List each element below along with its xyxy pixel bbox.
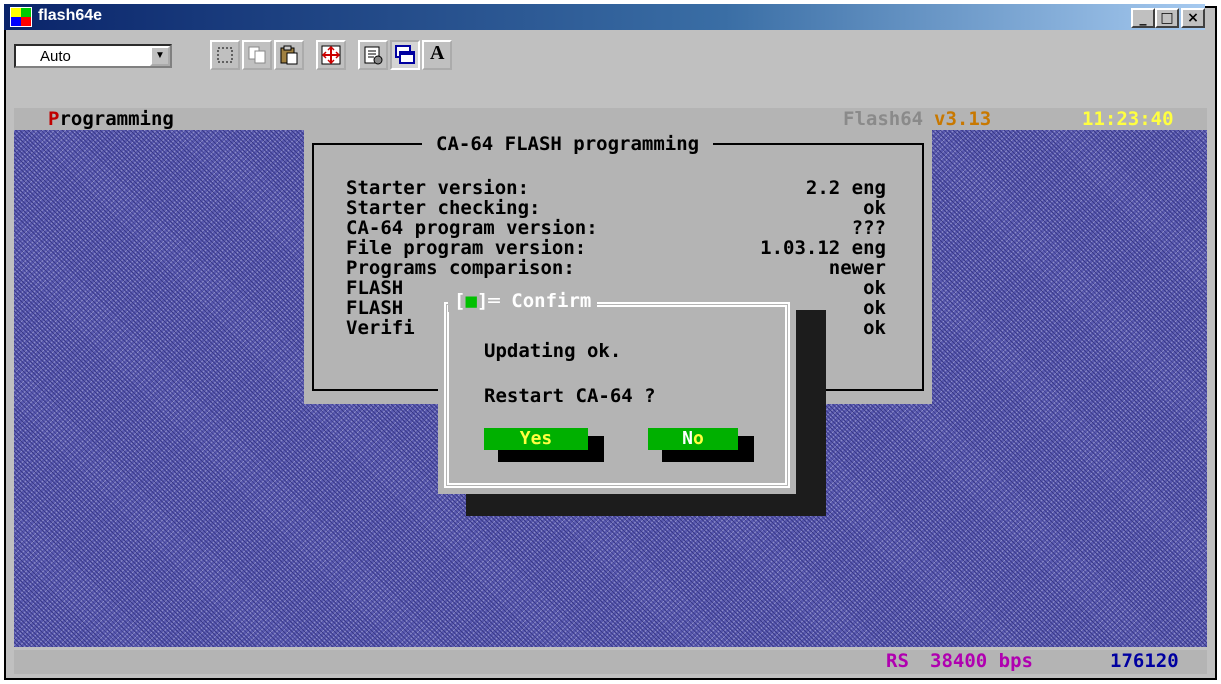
dialog-title: Confirm bbox=[511, 290, 592, 312]
info-label: CA-64 program version: bbox=[346, 217, 598, 239]
info-label: FLASH bbox=[346, 297, 404, 319]
info-value: ok bbox=[863, 297, 886, 319]
maximize-icon: □ bbox=[1160, 10, 1174, 26]
close-icon: ■ bbox=[465, 290, 477, 312]
info-label: File program version: bbox=[346, 237, 587, 259]
properties-button[interactable] bbox=[358, 40, 388, 70]
port-label: RS bbox=[886, 650, 909, 672]
paste-button[interactable] bbox=[274, 40, 304, 70]
mark-icon bbox=[217, 47, 233, 63]
bracket-left: [ bbox=[454, 290, 466, 312]
mode-label: Programming bbox=[48, 108, 174, 130]
info-label: Verifi bbox=[346, 317, 415, 339]
info-value: ok bbox=[863, 317, 886, 339]
info-row: CA-64 program version:??? bbox=[346, 218, 886, 238]
info-value: 2.2 eng bbox=[805, 177, 886, 199]
background-button[interactable] bbox=[390, 40, 420, 70]
font-size-combo[interactable]: Auto ▼ bbox=[14, 44, 172, 68]
info-row: Programs comparison: newer bbox=[346, 258, 886, 278]
font-size-value: Auto bbox=[40, 48, 71, 65]
app-name: Flash64 bbox=[843, 108, 924, 130]
mode-first-letter: P bbox=[48, 108, 60, 130]
no-hotkey: N bbox=[682, 428, 693, 449]
clock: 11:23:40 bbox=[1082, 108, 1174, 130]
yes-button[interactable]: Yes bbox=[484, 428, 588, 450]
properties-icon bbox=[364, 46, 383, 65]
dialog-question: Restart CA-64 ? bbox=[484, 385, 656, 407]
font-icon: A bbox=[430, 42, 445, 64]
baud-rate: 38400 bps bbox=[930, 650, 1033, 672]
title-bar[interactable]: flash64e _ □ × bbox=[4, 4, 1205, 30]
copy-button[interactable] bbox=[242, 40, 272, 70]
info-value: 1.03.12 eng bbox=[760, 237, 886, 259]
info-row: Starter checking: ok bbox=[346, 198, 886, 218]
no-rest: o bbox=[693, 428, 704, 449]
minimize-icon: _ bbox=[1139, 10, 1147, 26]
chevron-down-icon[interactable]: ▼ bbox=[150, 46, 170, 66]
full-screen-button[interactable] bbox=[316, 40, 346, 70]
top-status-bar: Programming Flash64 v3.13 11:23:40 bbox=[14, 108, 1207, 130]
panel-title: CA-64 FLASH programming bbox=[422, 133, 714, 155]
info-label: FLASH bbox=[346, 277, 404, 299]
dialog-close-button[interactable]: [■]═ bbox=[454, 290, 500, 312]
full-screen-icon bbox=[321, 45, 341, 65]
info-value: ok bbox=[863, 277, 886, 299]
byte-counter: 176120 bbox=[1110, 650, 1179, 672]
minimize-button[interactable]: _ bbox=[1131, 8, 1155, 28]
toolbar: Auto ▼ A bbox=[4, 34, 1205, 76]
info-value: ??? bbox=[851, 217, 886, 239]
mode-rest: rogramming bbox=[59, 108, 174, 130]
info-row: File program version: 1.03.12 eng bbox=[346, 238, 886, 258]
copy-icon bbox=[248, 46, 266, 64]
bracket-right: ]═ bbox=[476, 290, 500, 312]
info-row: Starter version: 2.2 eng bbox=[346, 178, 886, 198]
close-button[interactable]: × bbox=[1181, 8, 1205, 28]
bottom-status-bar: RS 38400 bps 176120 bbox=[14, 650, 1207, 674]
confirm-dialog: [■]═ Confirm Updating ok. Restart CA-64 … bbox=[438, 290, 796, 494]
font-button[interactable]: A bbox=[422, 40, 452, 70]
info-label: Starter checking: bbox=[346, 197, 541, 219]
info-value: newer bbox=[828, 257, 886, 279]
paste-icon bbox=[280, 45, 298, 65]
dialog-title-bar: [■]═ Confirm bbox=[448, 290, 598, 312]
app-version: v3.13 bbox=[934, 108, 992, 130]
window-title: flash64e bbox=[38, 7, 103, 24]
maximize-button[interactable]: □ bbox=[1155, 8, 1179, 28]
info-label: Programs comparison: bbox=[346, 257, 575, 279]
close-icon: × bbox=[1187, 10, 1199, 26]
info-label: Starter version: bbox=[346, 177, 530, 199]
ms-dos-icon bbox=[10, 7, 32, 27]
no-button[interactable]: No bbox=[648, 428, 738, 450]
background-icon bbox=[395, 45, 415, 64]
info-value: ok bbox=[863, 197, 886, 219]
dialog-message: Updating ok. bbox=[484, 340, 622, 362]
mark-button[interactable] bbox=[210, 40, 240, 70]
